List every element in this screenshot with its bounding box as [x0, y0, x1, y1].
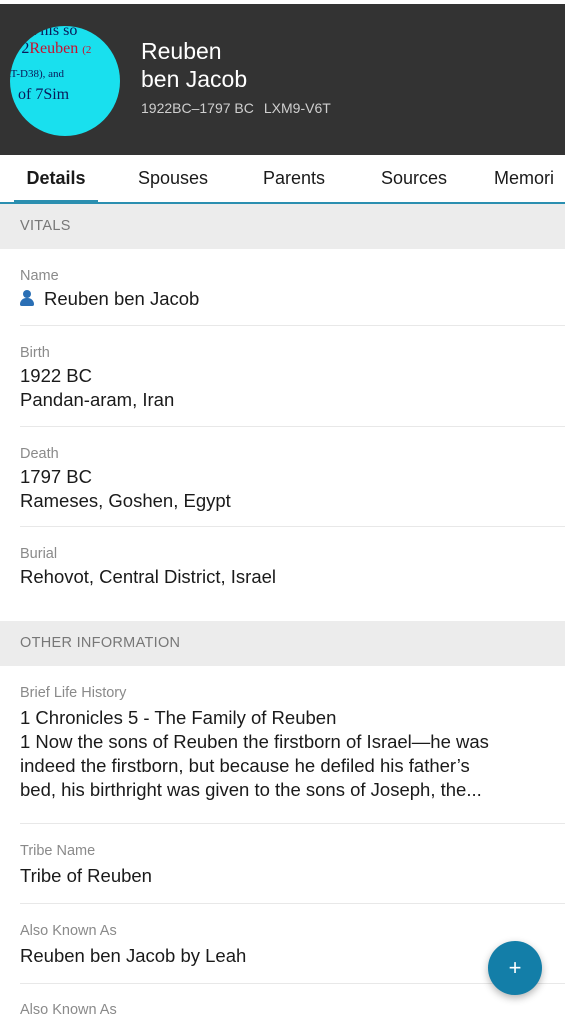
person-name-line2: ben Jacob	[141, 66, 248, 92]
avatar-text-line: RT-D38), and	[10, 68, 65, 80]
section-header-vitals: VITALS	[0, 204, 565, 249]
name-value: Reuben ben Jacob	[44, 288, 200, 309]
field-tribe-name[interactable]: Tribe Name Tribe of Reuben	[20, 842, 565, 888]
divider	[20, 426, 565, 427]
avatar-text-line: ) and his so	[10, 26, 78, 39]
life-history-line: 1 Chronicles 5 - The Family of Reuben	[20, 707, 337, 728]
field-brief-life-history[interactable]: Brief Life History 1 Chronicles 5 - The …	[20, 684, 565, 802]
tab-parents[interactable]: Parents	[254, 155, 334, 202]
avatar-text-line: of 7Sim	[18, 86, 70, 103]
tab-sources[interactable]: Sources	[372, 155, 456, 202]
field-label: Also Known As	[20, 1002, 117, 1018]
divider	[20, 983, 565, 984]
plus-icon: +	[508, 955, 522, 980]
person-header: ) and his so of 2Reuben (2 RT-D38), and …	[0, 0, 565, 155]
field-label: Birth	[20, 345, 50, 361]
add-button[interactable]: +	[488, 941, 542, 995]
person-icon	[20, 290, 34, 306]
field-label: Also Known As	[20, 923, 117, 939]
divider	[20, 325, 565, 326]
field-label: Death	[20, 446, 59, 462]
avatar-text-line: of 2Reuben (2	[10, 40, 92, 57]
status-strip	[0, 0, 565, 4]
divider	[20, 823, 565, 824]
tab-spouses[interactable]: Spouses	[128, 155, 218, 202]
field-label: Brief Life History	[20, 685, 127, 701]
birth-place: Pandan-aram, Iran	[20, 389, 175, 410]
divider	[20, 526, 565, 527]
field-birth[interactable]: Birth 1922 BC Pandan-aram, Iran	[20, 344, 565, 412]
person-name-line1: Reuben	[141, 38, 222, 64]
life-history-line: indeed the firstborn, but because he def…	[20, 755, 470, 776]
birth-date: 1922 BC	[20, 365, 92, 386]
lifespan: 1922BC–1797 BC	[141, 100, 254, 116]
person-name: Reuben ben Jacob	[141, 37, 247, 93]
divider	[20, 903, 565, 904]
field-name[interactable]: Name Reuben ben Jacob	[20, 267, 565, 311]
tab-memories[interactable]: Memori	[494, 155, 565, 202]
death-place: Rameses, Goshen, Egypt	[20, 490, 231, 511]
life-history-line: bed, his birthright was given to the son…	[20, 779, 482, 800]
field-label: Name	[20, 268, 59, 284]
field-value: Reuben ben Jacob	[20, 287, 565, 311]
person-id: LXM9-V6T	[263, 100, 331, 116]
field-label: Burial	[20, 546, 58, 562]
field-also-known-as[interactable]: Also Known As Reuben ben Jacob by Leah	[20, 922, 565, 968]
person-meta: 1922BC–1797 BC LXM9-V6T	[141, 100, 331, 116]
field-label: Tribe Name	[20, 843, 96, 859]
field-death[interactable]: Death 1797 BC Rameses, Goshen, Egypt	[20, 445, 565, 513]
tab-details[interactable]: Details	[14, 155, 98, 202]
tab-bar: Details Spouses Parents Sources Memori	[0, 155, 565, 204]
field-also-known-as-2[interactable]: Also Known As	[20, 1001, 565, 1019]
field-burial[interactable]: Burial Rehovot, Central District, Israel	[20, 545, 565, 589]
death-date: 1797 BC	[20, 466, 92, 487]
burial-place: Rehovot, Central District, Israel	[20, 566, 277, 587]
life-history-line: 1 Now the sons of Reuben the firstborn o…	[20, 731, 489, 752]
avatar[interactable]: ) and his so of 2Reuben (2 RT-D38), and …	[10, 26, 120, 136]
section-header-other-information: OTHER INFORMATION	[0, 621, 565, 666]
aka-value: Reuben ben Jacob by Leah	[20, 945, 247, 966]
tribe-value: Tribe of Reuben	[20, 865, 152, 886]
